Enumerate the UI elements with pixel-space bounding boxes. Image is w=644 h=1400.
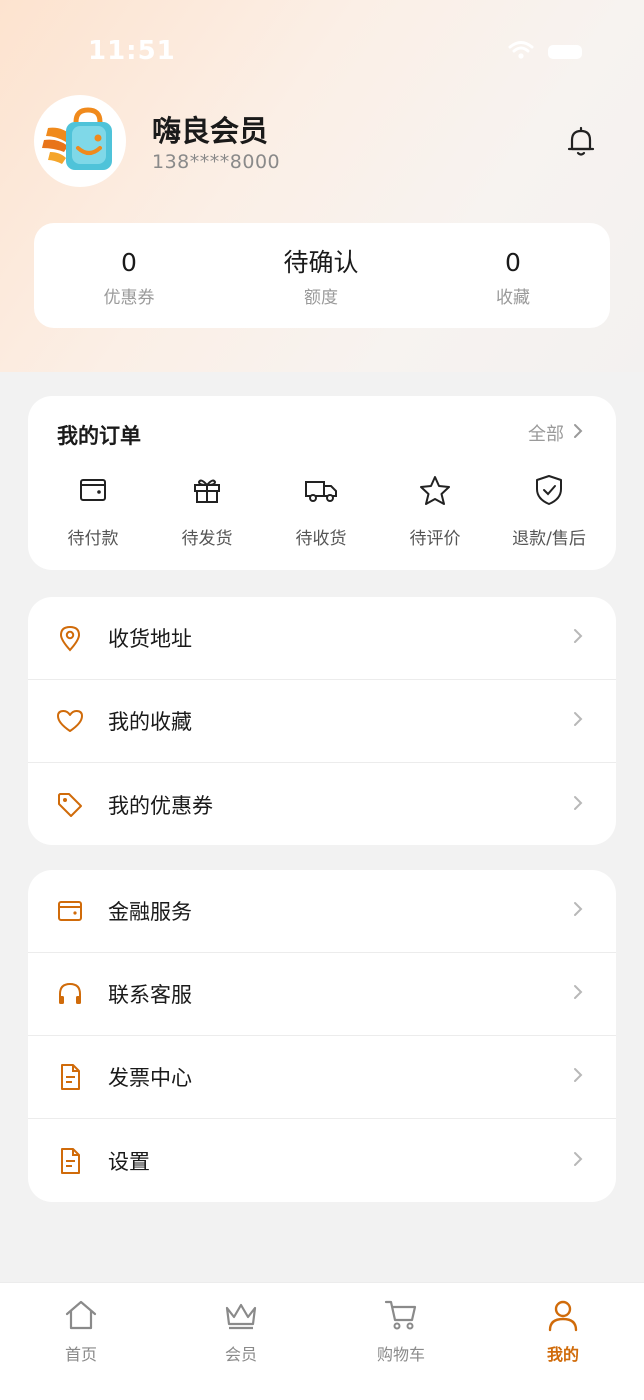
- menu-item-label: 发票中心: [108, 1066, 192, 1090]
- stat-value: 待确认: [283, 248, 359, 277]
- menu-item-label: 金融服务: [108, 900, 192, 924]
- cart-icon: [351, 1297, 451, 1333]
- menu-item-label: 我的收藏: [108, 710, 192, 734]
- menu-item-customer-service[interactable]: 联系客服: [28, 953, 616, 1036]
- menu-group-services: 金融服务 联系客服 发票中心 设置: [28, 870, 616, 1202]
- gift-icon: [152, 474, 262, 506]
- order-pending-payment[interactable]: 待付款: [38, 474, 148, 549]
- menu-item-label: 设置: [108, 1149, 150, 1174]
- truck-icon: [266, 474, 376, 506]
- order-pending-review[interactable]: 待评价: [380, 474, 490, 549]
- tab-home[interactable]: 首页: [31, 1297, 131, 1365]
- location-pin-icon: [56, 624, 84, 652]
- user-icon: [513, 1297, 613, 1333]
- stat-label: 优惠券: [103, 288, 155, 308]
- stat-value: 0: [121, 248, 137, 277]
- orders-title: 我的订单: [57, 424, 141, 448]
- avatar[interactable]: [34, 95, 126, 187]
- menu-item-my-coupons[interactable]: 我的优惠券: [28, 763, 616, 846]
- menu-item-label: 我的优惠券: [108, 793, 213, 818]
- chevron-right-icon: [572, 794, 584, 816]
- tab-mine[interactable]: 我的: [513, 1297, 613, 1365]
- status-bar-icons: [508, 40, 582, 64]
- battery-icon: [548, 45, 582, 59]
- stats-card: 0 优惠券 待确认 额度 0 收藏: [34, 223, 610, 328]
- chevron-right-icon: [572, 900, 584, 922]
- stat-label: 额度: [304, 288, 338, 308]
- wallet-icon: [38, 474, 148, 506]
- status-bar-time: 11:51: [88, 36, 176, 66]
- tab-label: 我的: [546, 1345, 579, 1364]
- tab-label: 会员: [224, 1345, 257, 1364]
- menu-item-financial-services[interactable]: 金融服务: [28, 870, 616, 953]
- menu-group-shopping: 收货地址 我的收藏 我的优惠券: [28, 597, 616, 845]
- order-label: 待发货: [181, 529, 233, 549]
- tab-label: 购物车: [376, 1345, 425, 1364]
- order-label: 待付款: [67, 529, 119, 549]
- stat-label: 收藏: [496, 288, 530, 308]
- tab-cart[interactable]: 购物车: [351, 1297, 451, 1365]
- tag-icon: [56, 791, 84, 819]
- order-label: 退款/售后: [512, 529, 586, 549]
- order-label: 待收货: [295, 529, 347, 549]
- stat-coupons[interactable]: 0 优惠券: [49, 247, 209, 308]
- heart-icon: [56, 707, 84, 735]
- my-orders-card: 我的订单 全部 待付款 待发货 待收货 待评价 退款/售后: [28, 396, 616, 570]
- chevron-right-icon: [572, 1066, 584, 1088]
- order-refund-after-sales[interactable]: 退款/售后: [494, 474, 604, 549]
- order-pending-shipment[interactable]: 待发货: [152, 474, 262, 549]
- view-all-orders-button[interactable]: 全部: [528, 420, 584, 446]
- tab-membership[interactable]: 会员: [191, 1297, 291, 1365]
- user-name: 嗨良会员: [152, 114, 269, 148]
- bottom-tab-bar: 首页 会员 购物车 我的: [0, 1282, 644, 1400]
- star-icon: [380, 474, 490, 506]
- view-all-label: 全部: [528, 424, 564, 445]
- home-icon: [31, 1297, 131, 1333]
- menu-item-label: 联系客服: [108, 983, 192, 1007]
- menu-item-label: 收货地址: [108, 627, 192, 651]
- stat-favorites[interactable]: 0 收藏: [433, 247, 593, 308]
- headphones-icon: [56, 980, 84, 1008]
- wifi-icon: [508, 40, 534, 64]
- crown-icon: [191, 1297, 291, 1333]
- chevron-right-icon: [572, 710, 584, 732]
- tab-label: 首页: [64, 1345, 97, 1364]
- shield-check-icon: [494, 474, 604, 506]
- document-icon: [56, 1147, 84, 1175]
- order-label: 待评价: [409, 529, 461, 549]
- chevron-right-icon: [572, 983, 584, 1005]
- wallet-icon: [56, 897, 84, 925]
- user-phone: 138****8000: [152, 151, 281, 173]
- chevron-right-icon: [572, 422, 584, 445]
- document-icon: [56, 1063, 84, 1091]
- chevron-right-icon: [572, 627, 584, 649]
- stat-value: 0: [505, 248, 521, 277]
- notification-bell-icon[interactable]: [563, 124, 599, 160]
- brand-logo-icon: [42, 107, 112, 170]
- menu-item-settings[interactable]: 设置: [28, 1119, 616, 1202]
- stat-credit-limit[interactable]: 待确认 额度: [241, 247, 401, 308]
- menu-item-invoice-center[interactable]: 发票中心: [28, 1036, 616, 1119]
- chevron-right-icon: [572, 1150, 584, 1172]
- menu-item-my-favorites[interactable]: 我的收藏: [28, 680, 616, 763]
- order-pending-receipt[interactable]: 待收货: [266, 474, 376, 549]
- menu-item-shipping-address[interactable]: 收货地址: [28, 597, 616, 680]
